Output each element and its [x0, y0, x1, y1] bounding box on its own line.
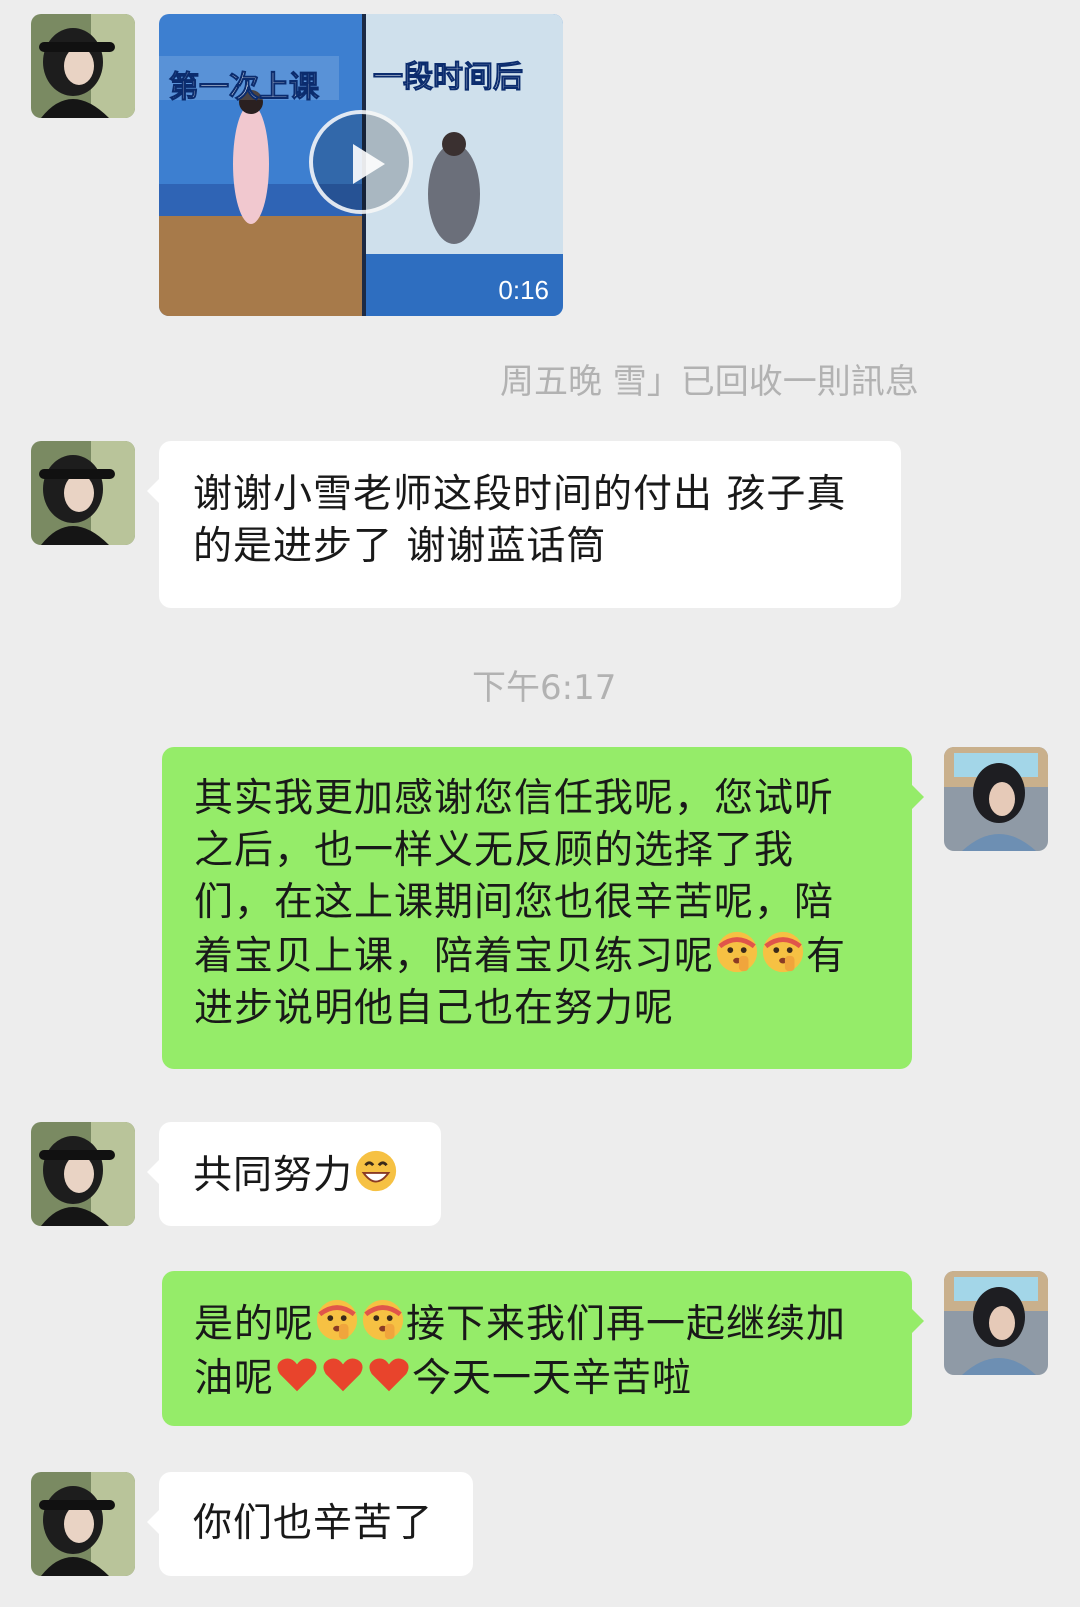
shushing-face-icon	[760, 929, 806, 975]
video-duration: 0:16	[498, 275, 549, 305]
shushing-face-icon	[714, 929, 760, 975]
contact-avatar[interactable]	[31, 1122, 135, 1226]
message-text: 着宝贝上课，陪着宝贝练习呢	[194, 934, 715, 979]
message-text: 之后，也一样义无反顾的选择了我	[194, 828, 795, 873]
my-avatar[interactable]	[944, 1271, 1048, 1375]
message-text: 接下来我们再一起继续加	[406, 1302, 847, 1347]
shushing-face-icon	[360, 1297, 406, 1343]
shushing-face-icon	[314, 1297, 360, 1343]
contact-avatar[interactable]	[31, 1472, 135, 1576]
grinning-face-icon	[353, 1148, 399, 1194]
my-avatar[interactable]	[944, 747, 1048, 851]
timestamp: 下午6:17	[472, 668, 617, 708]
recall-notice: 周五晚 雪」已回收一則訊息	[500, 362, 919, 402]
play-icon[interactable]	[309, 110, 413, 214]
message-text-with-emoji: 是的呢 接下来我们再一起继续加	[194, 1297, 892, 1351]
message-text: 谢谢小雪老师这段时间的付出 孩子真	[193, 472, 847, 517]
video-caption-left: 第一次上课	[169, 70, 320, 106]
message-text: 你们也辛苦了	[193, 1501, 434, 1546]
message-text: 有	[806, 934, 847, 979]
red-heart-icon	[366, 1351, 412, 1397]
message-text: 们，在这上课期间您也很辛苦呢，陪	[194, 880, 835, 925]
video-caption-right: 一段时间后	[373, 60, 524, 96]
message-bubble-outgoing[interactable]: 是的呢 接下来我们再一起继续加 油呢 今天一天辛苦啦	[162, 1271, 924, 1426]
contact-avatar[interactable]	[31, 14, 135, 118]
message-text: 的是进步了 谢谢蓝话筒	[193, 524, 607, 569]
message-text: 共同努力	[193, 1153, 354, 1198]
message-bubble-incoming[interactable]: 你们也辛苦了	[147, 1472, 473, 1576]
message-text-with-emoji: 着宝贝上课，陪着宝贝练习呢 有	[194, 929, 892, 983]
message-bubble-incoming[interactable]: 共同努力	[147, 1122, 441, 1226]
message-text: 进步说明他自己也在努力呢	[194, 986, 675, 1031]
message-text: 今天一天辛苦啦	[412, 1356, 693, 1401]
video-message[interactable]: 第一次上课 一段时间后 0:16	[159, 14, 563, 316]
red-heart-icon	[274, 1351, 320, 1397]
message-text: 是的呢	[194, 1302, 315, 1347]
message-text: 油呢	[194, 1356, 275, 1401]
message-text: 其实我更加感谢您信任我呢，您试听	[194, 776, 835, 821]
message-bubble-outgoing[interactable]: 其实我更加感谢您信任我呢，您试听 之后，也一样义无反顾的选择了我 们，在这上课期…	[162, 747, 924, 1069]
contact-avatar[interactable]	[31, 441, 135, 545]
message-text-with-emoji: 油呢 今天一天辛苦啦	[194, 1351, 892, 1405]
message-bubble-incoming[interactable]: 谢谢小雪老师这段时间的付出 孩子真 的是进步了 谢谢蓝话筒	[147, 441, 901, 608]
red-heart-icon	[320, 1351, 366, 1397]
message-text-with-emoji: 共同努力	[193, 1148, 421, 1202]
